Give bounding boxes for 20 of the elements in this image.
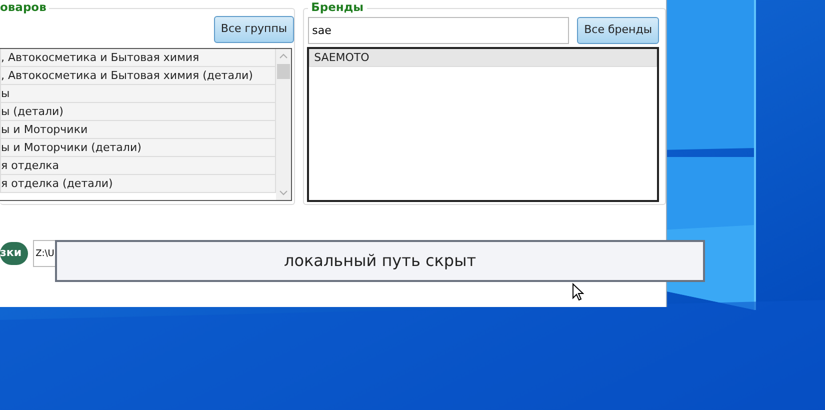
hidden-path-tooltip: локальный путь скрыт <box>55 240 705 282</box>
scrollbar[interactable] <box>276 49 292 200</box>
scroll-up-icon[interactable] <box>279 53 288 59</box>
list-item[interactable]: ы <box>0 85 276 103</box>
list-item[interactable]: SAEMOTO <box>309 49 657 67</box>
list-item[interactable]: , Автокосметика и Бытовая химия (детали) <box>0 67 276 85</box>
list-item[interactable]: , Автокосметика и Бытовая химия <box>0 49 276 67</box>
load-button[interactable]: зки <box>0 242 28 265</box>
all-groups-button[interactable]: Все группы <box>214 16 294 43</box>
list-item[interactable]: ы (детали) <box>0 103 276 121</box>
list-item[interactable]: я отделка <box>0 157 276 175</box>
list-item[interactable]: ы и Моторчики <box>0 121 276 139</box>
mouse-cursor-icon <box>572 283 584 301</box>
all-brands-button[interactable]: Все бренды <box>577 17 659 44</box>
panel-legend: Бренды <box>308 0 367 15</box>
brand-search-field[interactable]: sae <box>308 17 570 44</box>
scroll-thumb[interactable] <box>277 64 290 79</box>
scroll-down-icon[interactable] <box>279 190 288 196</box>
list-item[interactable]: я отделка (детали) <box>0 175 276 193</box>
list-item[interactable]: ы и Моторчики (детали) <box>0 139 276 157</box>
